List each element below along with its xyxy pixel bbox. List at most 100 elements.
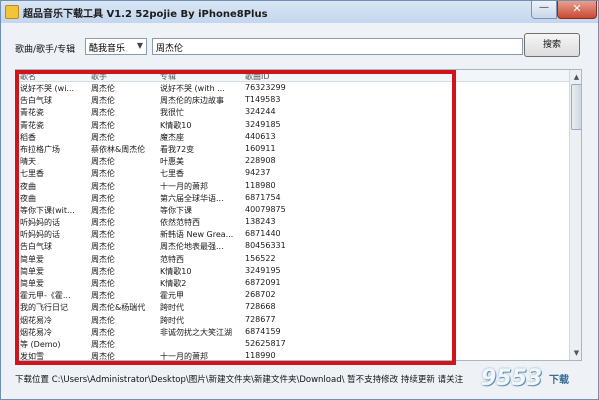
song-title: 简单爱	[20, 266, 44, 276]
list-item[interactable]: 夜曲 周杰伦 第六届全球华语... 6871754	[16, 192, 569, 204]
column-header-id[interactable]: 歌曲ID	[245, 71, 270, 82]
song-artist: 周杰伦	[91, 242, 115, 252]
song-title: 七里香	[20, 169, 44, 179]
song-id: T149583	[245, 95, 281, 105]
list-item[interactable]: 简单爱 周杰伦 范特西 156522	[16, 253, 569, 265]
list-item[interactable]: 我的飞行日记 周杰伦&杨瑞代 跨时代 728668	[16, 301, 569, 313]
song-artist: 周杰伦	[91, 266, 115, 276]
song-title: 布拉格广场	[20, 144, 60, 154]
list-item[interactable]: 夜曲 周杰伦 十一月的萧邦 118980	[16, 180, 569, 192]
scroll-down-icon[interactable]: ▼	[571, 347, 581, 359]
list-rows: 说好不哭 (wi... 周杰伦 说好不哭 (with ... 76323299 告白气球…	[16, 82, 569, 361]
song-album: 非诚勿扰之大笑江湖	[160, 327, 232, 337]
source-select[interactable]: 酷我音乐 ▼	[85, 38, 147, 55]
song-title: 等你下课(wit...	[20, 205, 75, 215]
list-item[interactable]: 发如雪 周杰伦 十一月的萧邦 118990	[16, 350, 569, 361]
song-album: 看我72变	[160, 144, 195, 154]
song-album: 跨时代	[160, 315, 184, 325]
close-button[interactable]: ✕	[557, 1, 597, 19]
song-title: 发如雪	[20, 352, 44, 361]
app-icon	[5, 5, 19, 19]
song-album: 周杰伦的床边故事	[160, 96, 224, 106]
song-artist: 周杰伦	[91, 84, 115, 93]
song-album: 等你下课	[160, 205, 192, 215]
song-album: 跨时代	[160, 303, 184, 313]
song-artist: 周杰伦	[91, 205, 115, 215]
song-id: 76323299	[245, 83, 286, 92]
song-title: 我的飞行日记	[20, 303, 68, 313]
song-artist: 周杰伦	[91, 169, 115, 179]
scroll-thumb[interactable]	[571, 84, 581, 130]
watermark-sub: 下载	[549, 375, 569, 386]
list-item[interactable]: 听妈妈的话 周杰伦 新韩语 New Grea... 6871440	[16, 228, 569, 240]
song-id: 728677	[245, 314, 276, 324]
status-bar: 下载位置 C:\Users\Administrator\Desktop\图片\新…	[15, 375, 464, 385]
song-id: 6872091	[245, 278, 281, 287]
song-id: 324244	[245, 107, 276, 117]
list-item[interactable]: 晴天 周杰伦 叶惠美 228908	[16, 155, 569, 167]
list-item[interactable]: 等 (Demo) 周杰伦 52625817	[16, 338, 569, 350]
song-album: 我很忙	[160, 108, 184, 118]
column-header-artist[interactable]: 歌手	[91, 71, 107, 82]
list-item[interactable]: 稻香 周杰伦 魔杰座 440613	[16, 131, 569, 143]
song-id: 728668	[245, 302, 276, 312]
song-album: 霍元甲	[160, 291, 184, 301]
song-artist: 周杰伦	[91, 327, 115, 337]
song-album: K情歌10	[160, 120, 192, 130]
song-album: 十一月的萧邦	[160, 352, 208, 361]
search-input[interactable]: 周杰伦	[152, 38, 523, 55]
song-list[interactable]: 歌名 歌手 专辑 歌曲ID 说好不哭 (wi... 周杰伦 说好不哭 (with .…	[15, 69, 582, 361]
song-id: 3249185	[245, 119, 281, 129]
list-item[interactable]: 告白气球 周杰伦 周杰伦地表最强... 80456331	[16, 240, 569, 252]
song-album: 依然范特西	[160, 218, 200, 228]
column-header-title[interactable]: 歌名	[20, 71, 36, 82]
song-artist: 周杰伦	[91, 279, 115, 288]
song-id: 118980	[245, 180, 276, 190]
title-bar[interactable]: 超品音乐下载工具 V1.2 52pojie By iPhone8Plus — ✕	[1, 1, 598, 23]
app-window: 超品音乐下载工具 V1.2 52pojie By iPhone8Plus — ✕…	[0, 0, 599, 400]
song-title: 说好不哭 (wi...	[20, 84, 75, 93]
list-item[interactable]: 听妈妈的话 周杰伦 依然范特西 138243	[16, 216, 569, 228]
song-album: 第六届全球华语...	[160, 193, 224, 203]
list-item[interactable]: 等你下课(wit... 周杰伦 等你下课 40079875	[16, 204, 569, 216]
list-item[interactable]: 布拉格广场 蔡依林&周杰伦 看我72变 160911	[16, 143, 569, 155]
song-title: 告白气球	[20, 242, 52, 252]
list-item[interactable]: 告白气球 周杰伦 周杰伦的床边故事 T149583	[16, 94, 569, 106]
song-artist: 周杰伦	[91, 315, 115, 325]
song-artist: 周杰伦	[91, 339, 115, 349]
song-title: 青花瓷	[20, 108, 44, 118]
list-item[interactable]: 简单爱 周杰伦 K情歌2 6872091	[16, 277, 569, 289]
list-item[interactable]: 简单爱 周杰伦 K情歌10 3249195	[16, 265, 569, 277]
list-item[interactable]: 青花瓷 周杰伦 我很忙 324244	[16, 106, 569, 118]
vertical-scrollbar[interactable]: ▲ ▼	[569, 70, 581, 360]
list-item[interactable]: 霍元甲-《霍... 周杰伦 霍元甲 268702	[16, 289, 569, 301]
list-item[interactable]: 青花瓷 周杰伦 K情歌10 3249185	[16, 119, 569, 131]
song-album: 叶惠美	[160, 157, 184, 167]
song-title: 等 (Demo)	[20, 339, 61, 349]
song-title: 霍元甲-《霍...	[20, 291, 71, 301]
song-title: 简单爱	[20, 254, 44, 264]
song-title: 告白气球	[20, 96, 52, 106]
song-id: 52625817	[245, 338, 286, 348]
list-item[interactable]: 说好不哭 (wi... 周杰伦 说好不哭 (with ... 76323299	[16, 82, 569, 94]
song-artist: 蔡依林&周杰伦	[91, 144, 146, 154]
minimize-button[interactable]: —	[531, 1, 557, 19]
list-item[interactable]: 七里香 周杰伦 七里香 94237	[16, 167, 569, 179]
scroll-up-icon[interactable]: ▲	[571, 71, 581, 83]
song-album: K情歌2	[160, 279, 187, 288]
song-artist: 周杰伦	[91, 291, 115, 301]
song-title: 稻香	[20, 132, 36, 142]
song-id: 268702	[245, 290, 276, 300]
song-album: 七里香	[160, 169, 184, 179]
column-header-album[interactable]: 专辑	[160, 71, 176, 82]
list-item[interactable]: 烟花易冷 周杰伦 非诚勿扰之大笑江湖 6874159	[16, 326, 569, 338]
song-title: 听妈妈的话	[20, 230, 60, 240]
list-item[interactable]: 烟花易冷 周杰伦 跨时代 728677	[16, 314, 569, 326]
song-artist: 周杰伦&杨瑞代	[91, 303, 146, 313]
song-artist: 周杰伦	[91, 157, 115, 167]
song-id: 138243	[245, 217, 276, 227]
song-title: 青花瓷	[20, 120, 44, 130]
song-id: 40079875	[245, 204, 286, 214]
search-button[interactable]: 搜索	[524, 33, 580, 57]
song-artist: 周杰伦	[91, 108, 115, 118]
